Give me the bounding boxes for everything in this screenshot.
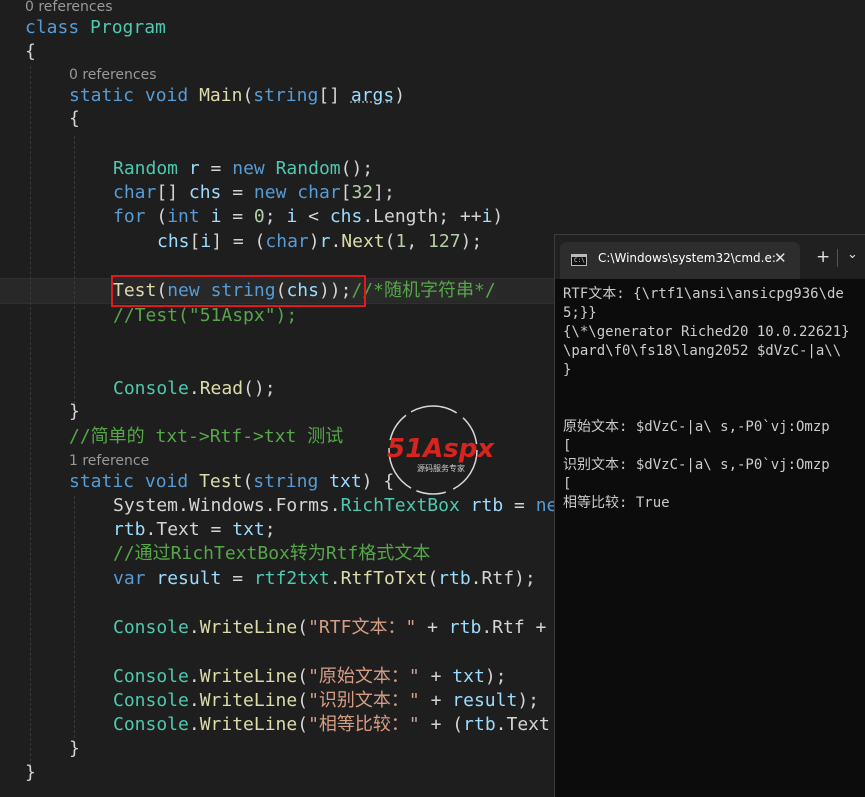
code-line: chs[i] = (char)r.Next(1, 127); (157, 231, 483, 252)
watermark-graphic: 51Aspx 源码服务专家 (387, 405, 495, 495)
close-icon[interactable]: ✕ (774, 249, 787, 267)
code-line: char[] chs = new char[32]; (113, 182, 395, 203)
code-line: Random r = new Random(); (113, 158, 374, 179)
terminal-line: [ (563, 438, 572, 454)
code-line: //Test("51Aspx"); (113, 305, 298, 326)
terminal-tab-title: C:\Windows\system32\cmd.e: (598, 251, 776, 265)
chevron-down-icon[interactable]: ⌄ (847, 247, 858, 262)
indent-guide (74, 136, 75, 404)
terminal-line: {\*\generator Riched20 10.0.22621} (563, 324, 850, 340)
indent-guide (30, 66, 31, 766)
code-line: rtb.Text = txt; (113, 519, 276, 540)
code-line: Console.WriteLine("原始文本：" + txt); (113, 666, 507, 687)
terminal-tab[interactable]: C:\ C:\Windows\system32\cmd.e: ✕ (560, 242, 800, 279)
code-line: Console.WriteLine("RTF文本：" + rtb.Rtf + (113, 617, 547, 638)
code-line: for (int i = 0; i < chs.Length; ++i) (113, 206, 504, 227)
code-line: var result = rtf2txt.RtfToTxt(rtb.Rtf); (113, 568, 536, 589)
terminal-line: RTF文本: {\rtf1\ansi\ansicpg936\de (563, 286, 844, 302)
code-line: { (25, 41, 36, 62)
code-line: class Program (25, 17, 166, 38)
code-line: Console.Read(); (113, 378, 276, 399)
code-line: } (69, 738, 80, 759)
terminal-line: } (563, 362, 572, 378)
terminal-line: 相等比较: True (563, 495, 670, 511)
codelens-references[interactable]: 1 reference (69, 452, 149, 470)
code-line: static void Test(string txt) { (69, 471, 395, 492)
watermark-text: 51Aspx (387, 434, 495, 464)
code-line: Console.WriteLine("相等比较：" + (rtb.Text (113, 714, 550, 735)
terminal-window[interactable]: C:\ C:\Windows\system32\cmd.e: ✕ + ⌄ RTF… (554, 234, 865, 797)
new-tab-button[interactable]: + (816, 247, 830, 267)
terminal-line: 5;}} (563, 305, 597, 321)
indent-guide (74, 496, 75, 738)
highlight-box (111, 275, 366, 307)
watermark-tagline: 源码服务专家 (417, 463, 465, 473)
terminal-line: [ (563, 476, 572, 492)
code-line: //简单的 txt->Rtf->txt 测试 (69, 426, 344, 447)
code-line: static void Main(string[] args) (69, 85, 406, 106)
terminal-line: 原始文本: $dVzC-|a\ s,-P0`vj:Omzp (563, 419, 830, 435)
code-line: { (69, 108, 80, 129)
code-line: Console.WriteLine("识别文本：" + result); (113, 690, 540, 711)
tab-separator (837, 249, 838, 267)
codelens-references[interactable]: 0 references (25, 0, 113, 16)
codelens-references[interactable]: 0 references (69, 66, 157, 84)
terminal-line: \pard\f0\fs18\lang2052 $dVzC-|a\\ (563, 343, 842, 359)
terminal-tabbar: C:\ C:\Windows\system32\cmd.e: ✕ + ⌄ (555, 235, 865, 279)
code-line: //通过RichTextBox转为Rtf格式文本 (113, 543, 431, 564)
terminal-line: 识别文本: $dVzC-|a\ s,-P0`vj:Omzp (563, 457, 830, 473)
code-line: } (69, 401, 80, 422)
cmd-icon: C:\ (571, 254, 587, 266)
watermark-logo: 51Aspx 源码服务专家 (385, 403, 515, 503)
code-line: } (25, 762, 36, 783)
